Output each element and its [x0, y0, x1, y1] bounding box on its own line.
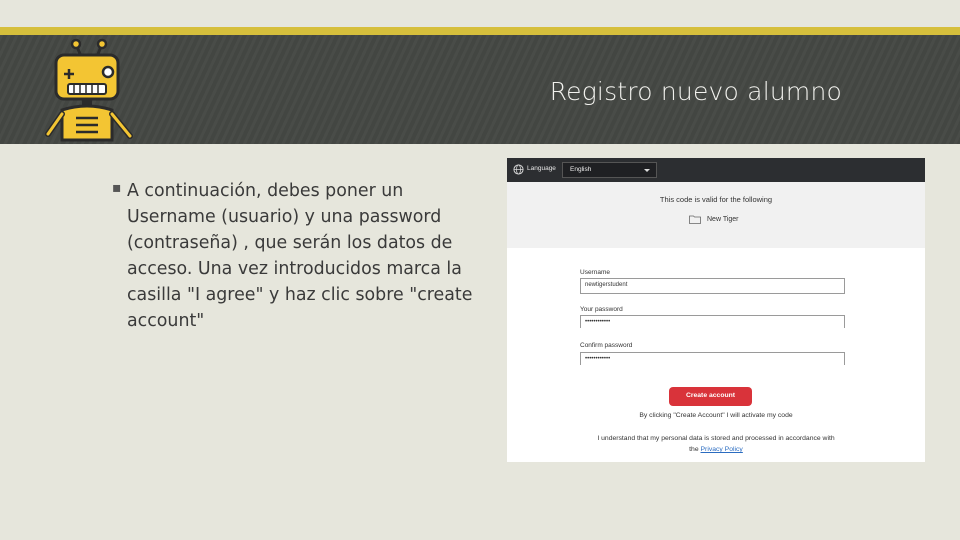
password-label: Your password: [580, 306, 623, 313]
square-bullet-icon: ▪: [112, 180, 122, 196]
create-account-label: Create account: [685, 392, 736, 399]
language-label: Language: [527, 165, 556, 172]
robot-logo: [45, 38, 133, 142]
bullet-text: A continuación, debes poner un Username …: [127, 181, 473, 331]
password-input[interactable]: ••••••••••••: [580, 315, 845, 328]
registration-screenshot: Language English This code is valid for …: [507, 158, 925, 462]
username-label: Username: [580, 269, 610, 276]
language-value: English: [570, 166, 592, 173]
globe-icon: [513, 164, 524, 175]
code-info-panel: This code is valid for the following New…: [507, 182, 925, 248]
accent-stripe: [0, 27, 960, 35]
username-value: newtigerstudent: [585, 282, 628, 288]
confirm-password-value: ••••••••••••: [585, 356, 611, 362]
language-select[interactable]: English: [562, 162, 657, 178]
folder-icon: [689, 215, 701, 224]
product-name: New Tiger: [707, 216, 739, 223]
privacy-note-line2: the Privacy Policy: [507, 446, 925, 453]
privacy-policy-link[interactable]: Privacy Policy: [701, 446, 743, 453]
confirm-password-label: Confirm password: [580, 342, 633, 349]
code-valid-text: This code is valid for the following: [659, 195, 773, 204]
privacy-prefix: the: [689, 446, 699, 453]
caret-down-icon: [644, 169, 650, 172]
password-value: ••••••••••••: [585, 319, 611, 325]
screenshot-top-bar: Language English: [507, 158, 925, 182]
username-input[interactable]: newtigerstudent: [580, 278, 845, 294]
activation-note: By clicking "Create Account" I will acti…: [639, 412, 793, 419]
confirm-password-input[interactable]: ••••••••••••: [580, 352, 845, 365]
create-account-button[interactable]: Create account: [669, 387, 752, 406]
slide-title: Registro nuevo alumno: [549, 77, 842, 106]
privacy-note: I understand that my personal data is st…: [597, 435, 835, 442]
